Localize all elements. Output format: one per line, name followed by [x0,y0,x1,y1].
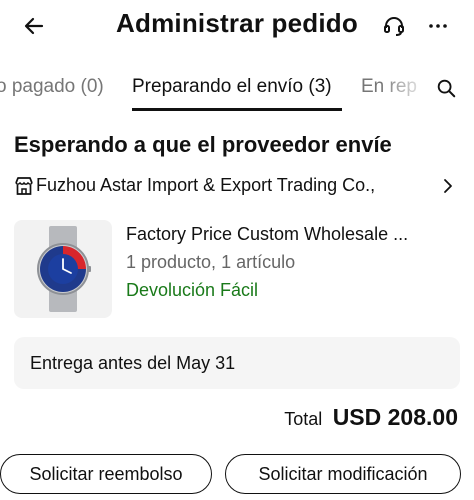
more-button[interactable] [424,12,452,40]
search-button[interactable] [430,74,462,102]
total-amount: USD 208.00 [332,404,458,430]
store-icon [15,177,33,195]
more-horizontal-icon [429,24,447,28]
order-total: Total USD 208.00 [0,404,458,434]
store-link[interactable]: Fuzhou Astar Import & Export Trading Co.… [14,172,460,200]
product-image[interactable] [14,220,112,318]
tab-preparing-shipment[interactable]: Preparando el envío (3) [132,76,332,98]
store-name: Fuzhou Astar Import & Export Trading Co.… [36,175,376,195]
return-policy-label: Devolución Fácil [126,280,259,300]
request-modification-button[interactable]: Solicitar modificación [225,454,461,494]
active-tab-indicator [132,108,342,111]
total-label: Total [284,409,323,429]
headset-icon [384,17,404,36]
order-tabs: o pagado (0) Preparando el envío (3) En … [0,58,474,114]
product-title[interactable]: Factory Price Custom Wholesale ... [126,224,408,245]
watch-icon [37,226,91,312]
search-icon [437,79,456,98]
header-bar: Administrar pedido [0,0,474,52]
support-button[interactable] [380,12,408,40]
product-quantity: 1 producto, 1 artículo [126,252,296,272]
tab-unpaid[interactable]: o pagado (0) [0,76,104,98]
order-status-heading: Esperando a que el proveedor envíe [14,132,392,157]
chevron-right-icon [440,176,456,196]
delivery-estimate: Entrega antes del May 31 [30,353,236,373]
tabs-fade [380,58,430,114]
request-refund-button[interactable]: Solicitar reembolso [0,454,212,494]
delivery-estimate-box: Entrega antes del May 31 [14,337,460,389]
